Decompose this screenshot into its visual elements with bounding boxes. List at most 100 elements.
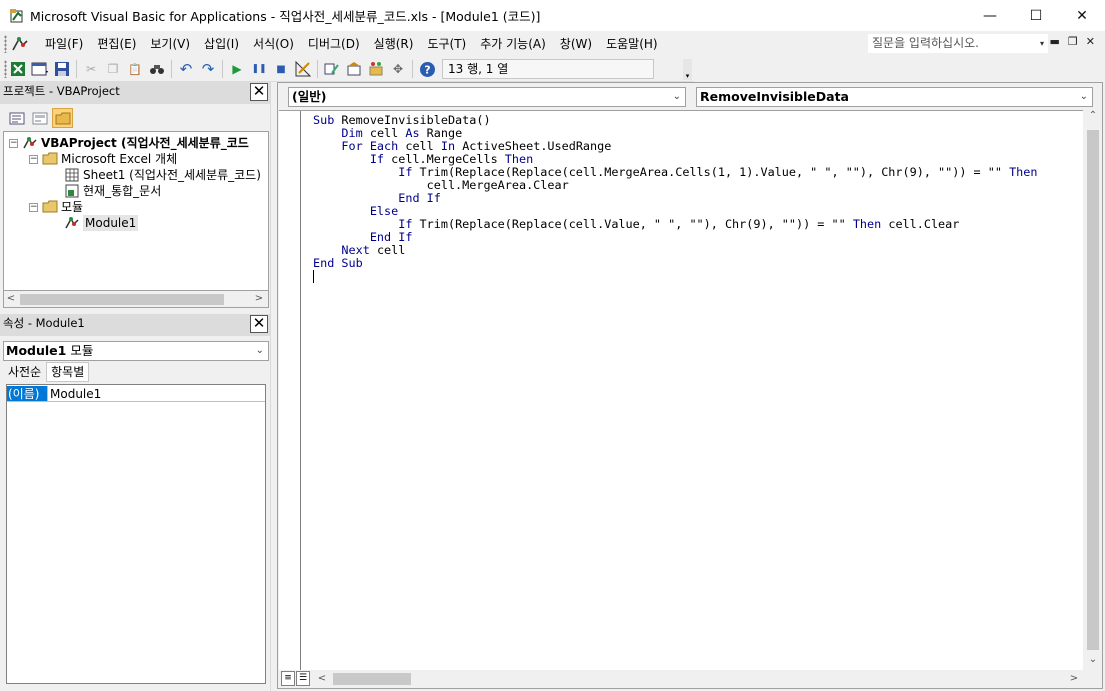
code-line[interactable]: If Trim(Replace(Replace(cell.Value, " ",… [313, 218, 1037, 231]
design-mode-icon[interactable] [292, 58, 314, 80]
toolbar-separator [171, 60, 172, 78]
properties-window-icon[interactable] [343, 58, 365, 80]
object-combo[interactable]: (일반) ⌄ [288, 87, 686, 107]
code-hscrollbar[interactable]: < > [315, 671, 1081, 687]
view-excel-icon[interactable] [7, 58, 29, 80]
code-keyword: If [369, 152, 385, 166]
menu-run[interactable]: 실행(R) [367, 33, 421, 55]
property-value[interactable]: Module1 [47, 386, 101, 401]
paste-icon[interactable]: 📋 [124, 58, 146, 80]
copy-icon[interactable]: ❐ [102, 58, 124, 80]
collapse-icon[interactable]: − [29, 154, 38, 164]
menu-format[interactable]: 서식(O) [246, 33, 301, 55]
code-editor[interactable]: Sub RemoveInvisibleData() Dim cell As Ra… [279, 110, 1083, 671]
menu-insert[interactable]: 삽입(I) [197, 33, 246, 55]
scroll-left-arrow[interactable]: < [315, 671, 329, 687]
break-icon[interactable]: ❚❚ [248, 58, 270, 80]
view-object-icon[interactable] [29, 108, 50, 128]
scroll-right-arrow[interactable]: > [252, 291, 266, 307]
reset-icon[interactable]: ■ [270, 58, 292, 80]
properties-pane-title-text: 속성 - Module1 [3, 316, 85, 330]
undo-icon[interactable]: ↶ [175, 58, 197, 80]
menu-tools[interactable]: 도구(T) [420, 33, 473, 55]
tree-node-workbook[interactable]: 현재_통합_문서 [64, 183, 161, 199]
menu-bar: 파일(F) 편집(E) 보기(V) 삽입(I) 서식(O) 디버그(D) 실행(… [0, 31, 1105, 57]
properties-object-select[interactable]: Module1 모듈 ⌄ [3, 341, 269, 361]
scroll-left-arrow[interactable]: < [4, 291, 18, 307]
menu-debug[interactable]: 디버그(D) [301, 33, 367, 55]
code-line[interactable]: End Sub [313, 257, 1037, 270]
code-text[interactable]: Sub RemoveInvisibleData() Dim cell As Ra… [313, 114, 1037, 283]
tree-node-modules[interactable]: − 모듈 [29, 199, 83, 215]
redo-icon[interactable]: ↷ [197, 58, 219, 80]
full-module-view-button[interactable]: ☰ [296, 671, 310, 686]
maximize-button[interactable]: ☐ [1013, 0, 1059, 31]
scrollbar-thumb[interactable] [20, 294, 224, 305]
help-icon[interactable]: ? [416, 58, 438, 80]
mdi-close-button[interactable]: ✕ [1086, 35, 1095, 48]
tree-node-vbaproject[interactable]: − VBAProject (직업사전_세세분류_코드 [9, 135, 249, 151]
tab-categorized[interactable]: 항목별 [46, 362, 90, 382]
code-token: RemoveInvisibleData() [334, 113, 491, 127]
scrollbar-thumb[interactable] [1087, 130, 1099, 650]
mdi-minimize-button[interactable]: ▬ [1050, 35, 1060, 48]
collapse-icon[interactable]: − [29, 202, 38, 212]
code-keyword: If [398, 165, 413, 179]
toolbar-separator [222, 60, 223, 78]
chevron-down-icon[interactable]: ⌄ [256, 342, 264, 360]
code-line[interactable]: End If [313, 231, 1037, 244]
tree-node-excel-objects[interactable]: − Microsoft Excel 개체 [29, 151, 177, 167]
code-line[interactable]: End If [313, 192, 1037, 205]
tab-alphabetic[interactable]: 사전순 [3, 362, 47, 382]
toolbar-separator [76, 60, 77, 78]
menu-edit[interactable]: 편집(E) [90, 33, 143, 55]
scroll-down-arrow[interactable]: ⌄ [1084, 654, 1102, 670]
vba-menu-icon[interactable] [10, 35, 30, 53]
code-keyword: For Each [341, 139, 399, 153]
code-line[interactable]: Next cell [313, 244, 1037, 257]
scrollbar-thumb[interactable] [333, 673, 411, 685]
menu-file[interactable]: 파일(F) [38, 33, 90, 55]
toolbar-grip[interactable] [4, 35, 7, 53]
toggle-folders-icon[interactable] [52, 108, 73, 128]
find-icon[interactable] [146, 58, 168, 80]
margin-indicator-bar[interactable] [279, 111, 301, 671]
chevron-down-icon[interactable]: ▾ [1040, 34, 1044, 53]
properties-pane-close-button[interactable]: ✕ [250, 315, 268, 333]
chevron-down-icon[interactable]: ⌄ [1080, 88, 1088, 106]
tree-node-sheet1[interactable]: Sheet1 (직업사전_세세분류_코드) [64, 167, 261, 183]
tree-node-module1[interactable]: Module1 [64, 215, 139, 231]
procedure-view-button[interactable]: ≡ [281, 671, 295, 686]
menu-addins[interactable]: 추가 기능(A) [473, 33, 553, 55]
menu-view[interactable]: 보기(V) [143, 33, 197, 55]
scroll-up-arrow[interactable]: ⌃ [1084, 110, 1102, 126]
project-tree-hscrollbar[interactable]: < > [3, 291, 269, 308]
property-row-name[interactable]: (이름) Module1 [7, 386, 265, 402]
minimize-button[interactable]: — [967, 0, 1013, 31]
help-search-input[interactable]: 질문을 입력하십시오. ▾ [868, 34, 1048, 53]
code-keyword: As [405, 126, 420, 140]
menu-help[interactable]: 도움말(H) [599, 33, 665, 55]
close-button[interactable]: ✕ [1059, 0, 1105, 31]
menu-window[interactable]: 창(W) [553, 33, 599, 55]
code-line[interactable] [313, 270, 1037, 283]
toolbar-options-button[interactable]: ▾ [683, 59, 692, 80]
view-code-icon[interactable] [6, 108, 27, 128]
save-icon[interactable] [51, 58, 73, 80]
toolbox-icon[interactable]: ✥ [387, 58, 409, 80]
collapse-icon[interactable]: − [9, 138, 18, 148]
code-vscrollbar[interactable]: ⌃ ⌄ [1084, 110, 1102, 670]
code-token: cell [362, 126, 406, 140]
mdi-restore-button[interactable]: ❐ [1068, 35, 1078, 48]
object-browser-icon[interactable] [365, 58, 387, 80]
run-icon[interactable]: ▶ [226, 58, 248, 80]
insert-userform-icon[interactable] [29, 58, 51, 80]
project-explorer-icon[interactable] [321, 58, 343, 80]
pane-splitter[interactable] [270, 82, 277, 691]
properties-grid: (이름) Module1 [6, 384, 266, 684]
procedure-combo[interactable]: RemoveInvisibleData ⌄ [696, 87, 1093, 107]
chevron-down-icon[interactable]: ⌄ [673, 88, 681, 106]
scroll-right-arrow[interactable]: > [1067, 671, 1081, 687]
project-pane-close-button[interactable]: ✕ [250, 83, 268, 101]
cut-icon[interactable]: ✂ [80, 58, 102, 80]
